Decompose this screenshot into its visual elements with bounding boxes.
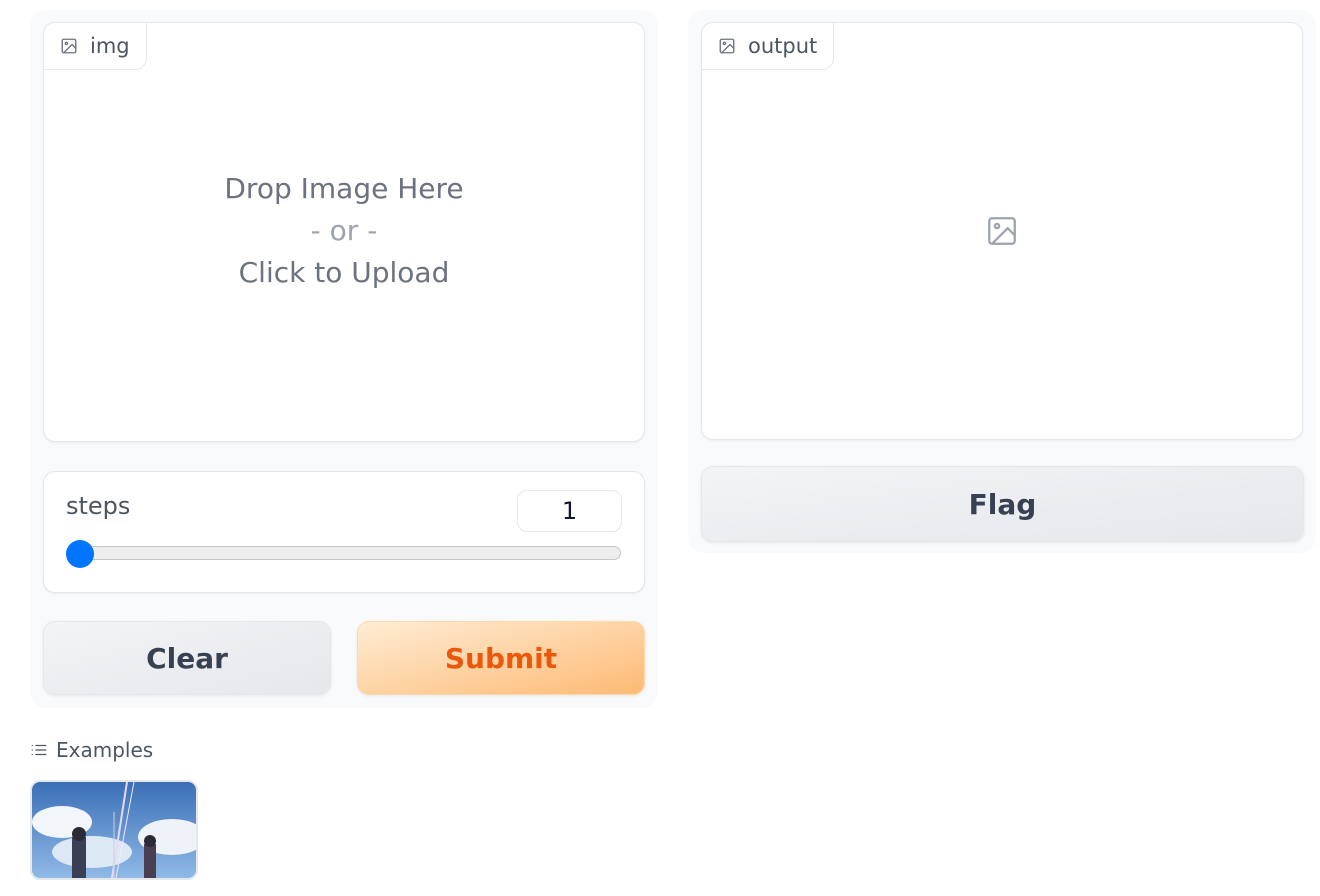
- input-label: img: [90, 34, 130, 58]
- clear-button[interactable]: Clear: [43, 621, 331, 695]
- image-placeholder-icon: [985, 214, 1019, 248]
- output-image-area: output: [701, 22, 1303, 440]
- submit-button[interactable]: Submit: [357, 621, 645, 695]
- steps-slider-thumb[interactable]: [66, 540, 94, 568]
- steps-label: steps: [66, 492, 131, 520]
- steps-slider-block: steps 1: [43, 471, 645, 593]
- examples-header: Examples: [30, 738, 153, 762]
- list-icon: [30, 741, 48, 759]
- output-label: output: [748, 34, 818, 58]
- click-to-upload-text: Click to Upload: [238, 256, 450, 289]
- drop-instructions: Drop Image Here - or - Click to Upload: [44, 168, 644, 294]
- image-icon: [60, 37, 78, 55]
- image-upload-dropzone[interactable]: img Drop Image Here - or - Click to Uplo…: [43, 22, 645, 442]
- steps-slider-track[interactable]: [80, 546, 621, 560]
- steps-number-input[interactable]: 1: [517, 490, 622, 532]
- examples-title: Examples: [56, 738, 154, 762]
- output-label-tab: output: [701, 22, 835, 70]
- image-icon: [718, 37, 736, 55]
- example-item[interactable]: [30, 780, 198, 880]
- flag-button[interactable]: Flag: [701, 466, 1304, 542]
- drop-image-text: Drop Image Here: [224, 172, 464, 205]
- drop-or-text: - or -: [310, 214, 378, 247]
- anime-image-thumbnail: [32, 782, 196, 878]
- input-label-tab: img: [43, 22, 147, 70]
